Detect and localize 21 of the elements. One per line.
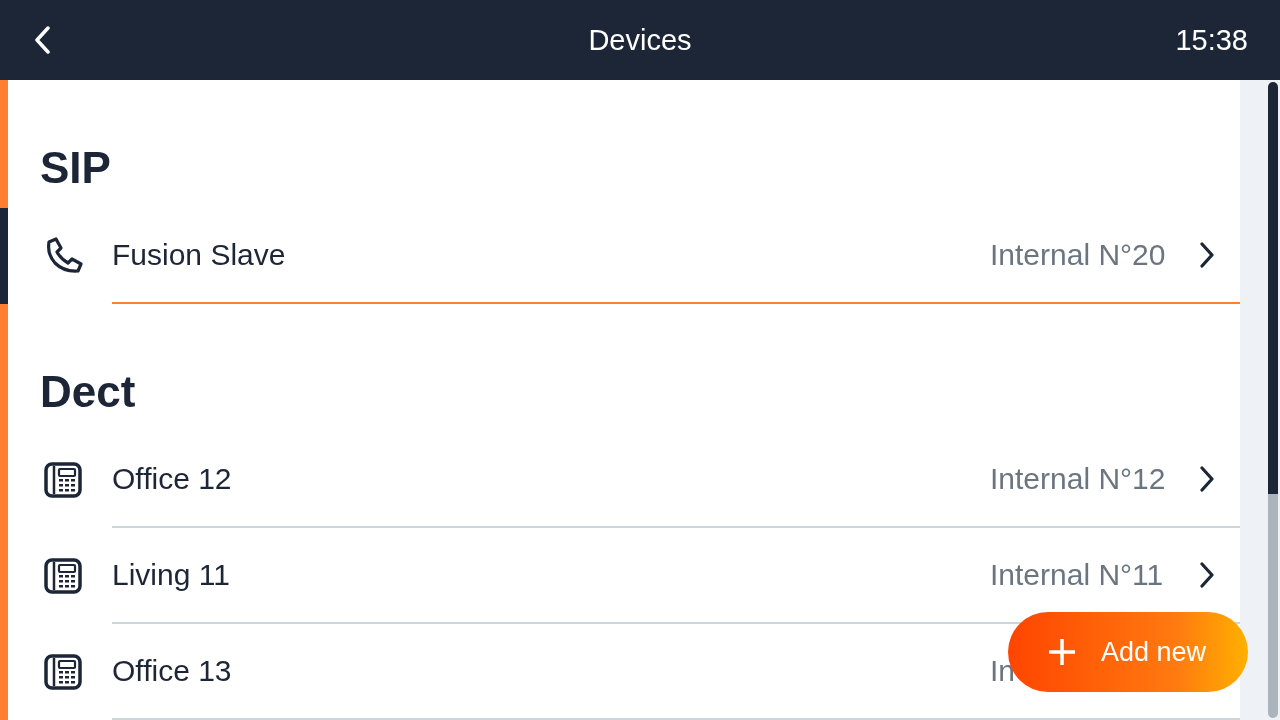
chevron-right-icon[interactable] (1199, 562, 1215, 588)
desk-phone-icon (44, 558, 82, 594)
internal-number: Internal N°11 (990, 558, 1164, 591)
device-name: Living 11 (112, 558, 231, 592)
plus-icon (1047, 637, 1077, 667)
device-name: Office 12 (112, 462, 233, 496)
back-icon (33, 26, 51, 54)
chevron-right-icon[interactable] (1199, 242, 1215, 268)
scrollbar[interactable] (1240, 80, 1280, 720)
desk-phone-icon (44, 654, 82, 690)
section-heading: Dect (40, 370, 136, 414)
chevron-right-icon[interactable] (1199, 466, 1215, 492)
page-title: Devices (588, 23, 692, 57)
device-name: Fusion Slave (112, 238, 287, 272)
desk-phone-icon (44, 462, 82, 498)
device-name: Office 13 (112, 654, 233, 688)
clock-time: 15:38 (1175, 23, 1248, 57)
internal-number: Internal N°20 (990, 238, 1166, 271)
internal-number: Internal N°12 (990, 462, 1166, 495)
section-heading: SIP (40, 146, 111, 190)
phone-handset-icon (44, 236, 84, 276)
